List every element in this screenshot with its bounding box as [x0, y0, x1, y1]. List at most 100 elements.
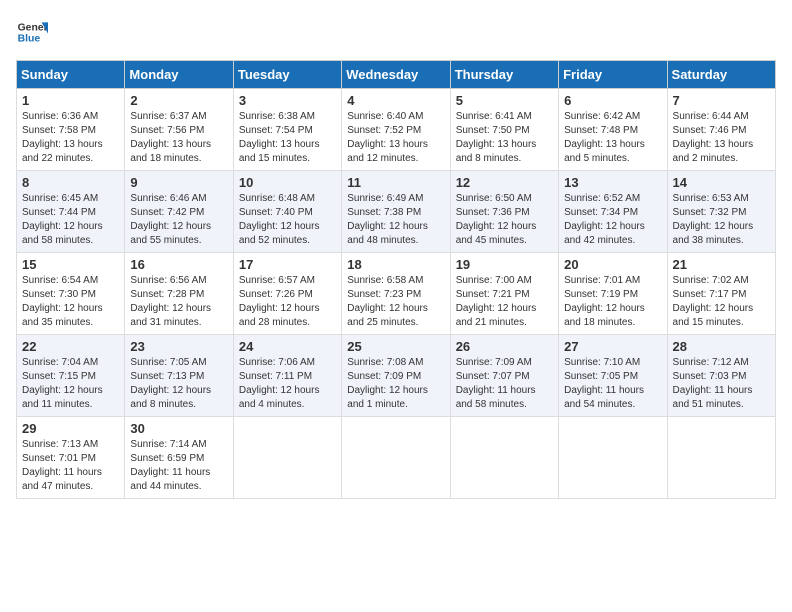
day-info: Sunrise: 6:45 AM Sunset: 7:44 PM Dayligh…: [22, 192, 119, 248]
day-number: 27: [564, 339, 661, 354]
day-info: Sunrise: 6:53 AM Sunset: 7:32 PM Dayligh…: [673, 192, 770, 248]
calendar-cell: 12 Sunrise: 6:50 AM Sunset: 7:36 PM Dayl…: [450, 171, 558, 253]
calendar-cell: 13 Sunrise: 6:52 AM Sunset: 7:34 PM Dayl…: [559, 171, 667, 253]
calendar-cell: 7 Sunrise: 6:44 AM Sunset: 7:46 PM Dayli…: [667, 89, 775, 171]
day-number: 21: [673, 257, 770, 272]
day-number: 11: [347, 175, 444, 190]
day-number: 2: [130, 93, 227, 108]
day-info: Sunrise: 7:14 AM Sunset: 6:59 PM Dayligh…: [130, 438, 227, 494]
calendar-cell: 16 Sunrise: 6:56 AM Sunset: 7:28 PM Dayl…: [125, 253, 233, 335]
col-header-monday: Monday: [125, 61, 233, 89]
calendar-cell: 24 Sunrise: 7:06 AM Sunset: 7:11 PM Dayl…: [233, 335, 341, 417]
day-info: Sunrise: 6:44 AM Sunset: 7:46 PM Dayligh…: [673, 110, 770, 166]
day-number: 25: [347, 339, 444, 354]
calendar-cell: 2 Sunrise: 6:37 AM Sunset: 7:56 PM Dayli…: [125, 89, 233, 171]
day-number: 5: [456, 93, 553, 108]
page-header: General Blue: [16, 16, 776, 48]
day-info: Sunrise: 6:36 AM Sunset: 7:58 PM Dayligh…: [22, 110, 119, 166]
calendar-cell: 17 Sunrise: 6:57 AM Sunset: 7:26 PM Dayl…: [233, 253, 341, 335]
day-number: 4: [347, 93, 444, 108]
day-number: 22: [22, 339, 119, 354]
day-info: Sunrise: 7:04 AM Sunset: 7:15 PM Dayligh…: [22, 356, 119, 412]
day-info: Sunrise: 7:00 AM Sunset: 7:21 PM Dayligh…: [456, 274, 553, 330]
day-number: 14: [673, 175, 770, 190]
col-header-tuesday: Tuesday: [233, 61, 341, 89]
calendar-cell: 4 Sunrise: 6:40 AM Sunset: 7:52 PM Dayli…: [342, 89, 450, 171]
calendar-table: SundayMondayTuesdayWednesdayThursdayFrid…: [16, 60, 776, 499]
day-info: Sunrise: 7:08 AM Sunset: 7:09 PM Dayligh…: [347, 356, 444, 412]
day-info: Sunrise: 6:54 AM Sunset: 7:30 PM Dayligh…: [22, 274, 119, 330]
logo-icon: General Blue: [16, 16, 48, 48]
calendar-cell: 14 Sunrise: 6:53 AM Sunset: 7:32 PM Dayl…: [667, 171, 775, 253]
calendar-cell: 15 Sunrise: 6:54 AM Sunset: 7:30 PM Dayl…: [17, 253, 125, 335]
col-header-wednesday: Wednesday: [342, 61, 450, 89]
day-info: Sunrise: 6:52 AM Sunset: 7:34 PM Dayligh…: [564, 192, 661, 248]
col-header-saturday: Saturday: [667, 61, 775, 89]
calendar-cell: 26 Sunrise: 7:09 AM Sunset: 7:07 PM Dayl…: [450, 335, 558, 417]
day-number: 28: [673, 339, 770, 354]
calendar-cell: [342, 417, 450, 499]
day-info: Sunrise: 6:42 AM Sunset: 7:48 PM Dayligh…: [564, 110, 661, 166]
calendar-cell: 28 Sunrise: 7:12 AM Sunset: 7:03 PM Dayl…: [667, 335, 775, 417]
col-header-sunday: Sunday: [17, 61, 125, 89]
calendar-cell: 1 Sunrise: 6:36 AM Sunset: 7:58 PM Dayli…: [17, 89, 125, 171]
day-info: Sunrise: 6:38 AM Sunset: 7:54 PM Dayligh…: [239, 110, 336, 166]
day-number: 30: [130, 421, 227, 436]
calendar-cell: 10 Sunrise: 6:48 AM Sunset: 7:40 PM Dayl…: [233, 171, 341, 253]
day-number: 13: [564, 175, 661, 190]
day-number: 20: [564, 257, 661, 272]
day-info: Sunrise: 7:01 AM Sunset: 7:19 PM Dayligh…: [564, 274, 661, 330]
calendar-cell: 21 Sunrise: 7:02 AM Sunset: 7:17 PM Dayl…: [667, 253, 775, 335]
svg-text:Blue: Blue: [18, 34, 41, 45]
day-info: Sunrise: 7:05 AM Sunset: 7:13 PM Dayligh…: [130, 356, 227, 412]
day-info: Sunrise: 7:02 AM Sunset: 7:17 PM Dayligh…: [673, 274, 770, 330]
calendar-cell: 19 Sunrise: 7:00 AM Sunset: 7:21 PM Dayl…: [450, 253, 558, 335]
day-number: 7: [673, 93, 770, 108]
calendar-cell: 3 Sunrise: 6:38 AM Sunset: 7:54 PM Dayli…: [233, 89, 341, 171]
day-number: 1: [22, 93, 119, 108]
calendar-cell: 9 Sunrise: 6:46 AM Sunset: 7:42 PM Dayli…: [125, 171, 233, 253]
col-header-thursday: Thursday: [450, 61, 558, 89]
calendar-cell: [667, 417, 775, 499]
day-info: Sunrise: 6:50 AM Sunset: 7:36 PM Dayligh…: [456, 192, 553, 248]
calendar-cell: 6 Sunrise: 6:42 AM Sunset: 7:48 PM Dayli…: [559, 89, 667, 171]
day-info: Sunrise: 7:12 AM Sunset: 7:03 PM Dayligh…: [673, 356, 770, 412]
day-number: 17: [239, 257, 336, 272]
calendar-cell: 8 Sunrise: 6:45 AM Sunset: 7:44 PM Dayli…: [17, 171, 125, 253]
calendar-cell: 23 Sunrise: 7:05 AM Sunset: 7:13 PM Dayl…: [125, 335, 233, 417]
day-number: 9: [130, 175, 227, 190]
calendar-cell: 22 Sunrise: 7:04 AM Sunset: 7:15 PM Dayl…: [17, 335, 125, 417]
day-number: 29: [22, 421, 119, 436]
calendar-cell: 20 Sunrise: 7:01 AM Sunset: 7:19 PM Dayl…: [559, 253, 667, 335]
day-number: 3: [239, 93, 336, 108]
calendar-cell: 18 Sunrise: 6:58 AM Sunset: 7:23 PM Dayl…: [342, 253, 450, 335]
calendar-cell: 30 Sunrise: 7:14 AM Sunset: 6:59 PM Dayl…: [125, 417, 233, 499]
logo: General Blue: [16, 16, 48, 48]
day-info: Sunrise: 7:13 AM Sunset: 7:01 PM Dayligh…: [22, 438, 119, 494]
calendar-cell: 27 Sunrise: 7:10 AM Sunset: 7:05 PM Dayl…: [559, 335, 667, 417]
day-number: 23: [130, 339, 227, 354]
day-info: Sunrise: 6:49 AM Sunset: 7:38 PM Dayligh…: [347, 192, 444, 248]
calendar-cell: [450, 417, 558, 499]
day-number: 10: [239, 175, 336, 190]
calendar-cell: [559, 417, 667, 499]
day-number: 26: [456, 339, 553, 354]
day-info: Sunrise: 6:56 AM Sunset: 7:28 PM Dayligh…: [130, 274, 227, 330]
day-number: 18: [347, 257, 444, 272]
day-info: Sunrise: 7:10 AM Sunset: 7:05 PM Dayligh…: [564, 356, 661, 412]
calendar-cell: 5 Sunrise: 6:41 AM Sunset: 7:50 PM Dayli…: [450, 89, 558, 171]
day-info: Sunrise: 6:41 AM Sunset: 7:50 PM Dayligh…: [456, 110, 553, 166]
calendar-cell: 25 Sunrise: 7:08 AM Sunset: 7:09 PM Dayl…: [342, 335, 450, 417]
day-number: 15: [22, 257, 119, 272]
day-number: 6: [564, 93, 661, 108]
calendar-cell: 29 Sunrise: 7:13 AM Sunset: 7:01 PM Dayl…: [17, 417, 125, 499]
day-number: 16: [130, 257, 227, 272]
day-info: Sunrise: 6:46 AM Sunset: 7:42 PM Dayligh…: [130, 192, 227, 248]
day-info: Sunrise: 7:09 AM Sunset: 7:07 PM Dayligh…: [456, 356, 553, 412]
day-number: 24: [239, 339, 336, 354]
day-info: Sunrise: 6:57 AM Sunset: 7:26 PM Dayligh…: [239, 274, 336, 330]
day-info: Sunrise: 7:06 AM Sunset: 7:11 PM Dayligh…: [239, 356, 336, 412]
day-info: Sunrise: 6:37 AM Sunset: 7:56 PM Dayligh…: [130, 110, 227, 166]
day-number: 12: [456, 175, 553, 190]
day-info: Sunrise: 6:48 AM Sunset: 7:40 PM Dayligh…: [239, 192, 336, 248]
